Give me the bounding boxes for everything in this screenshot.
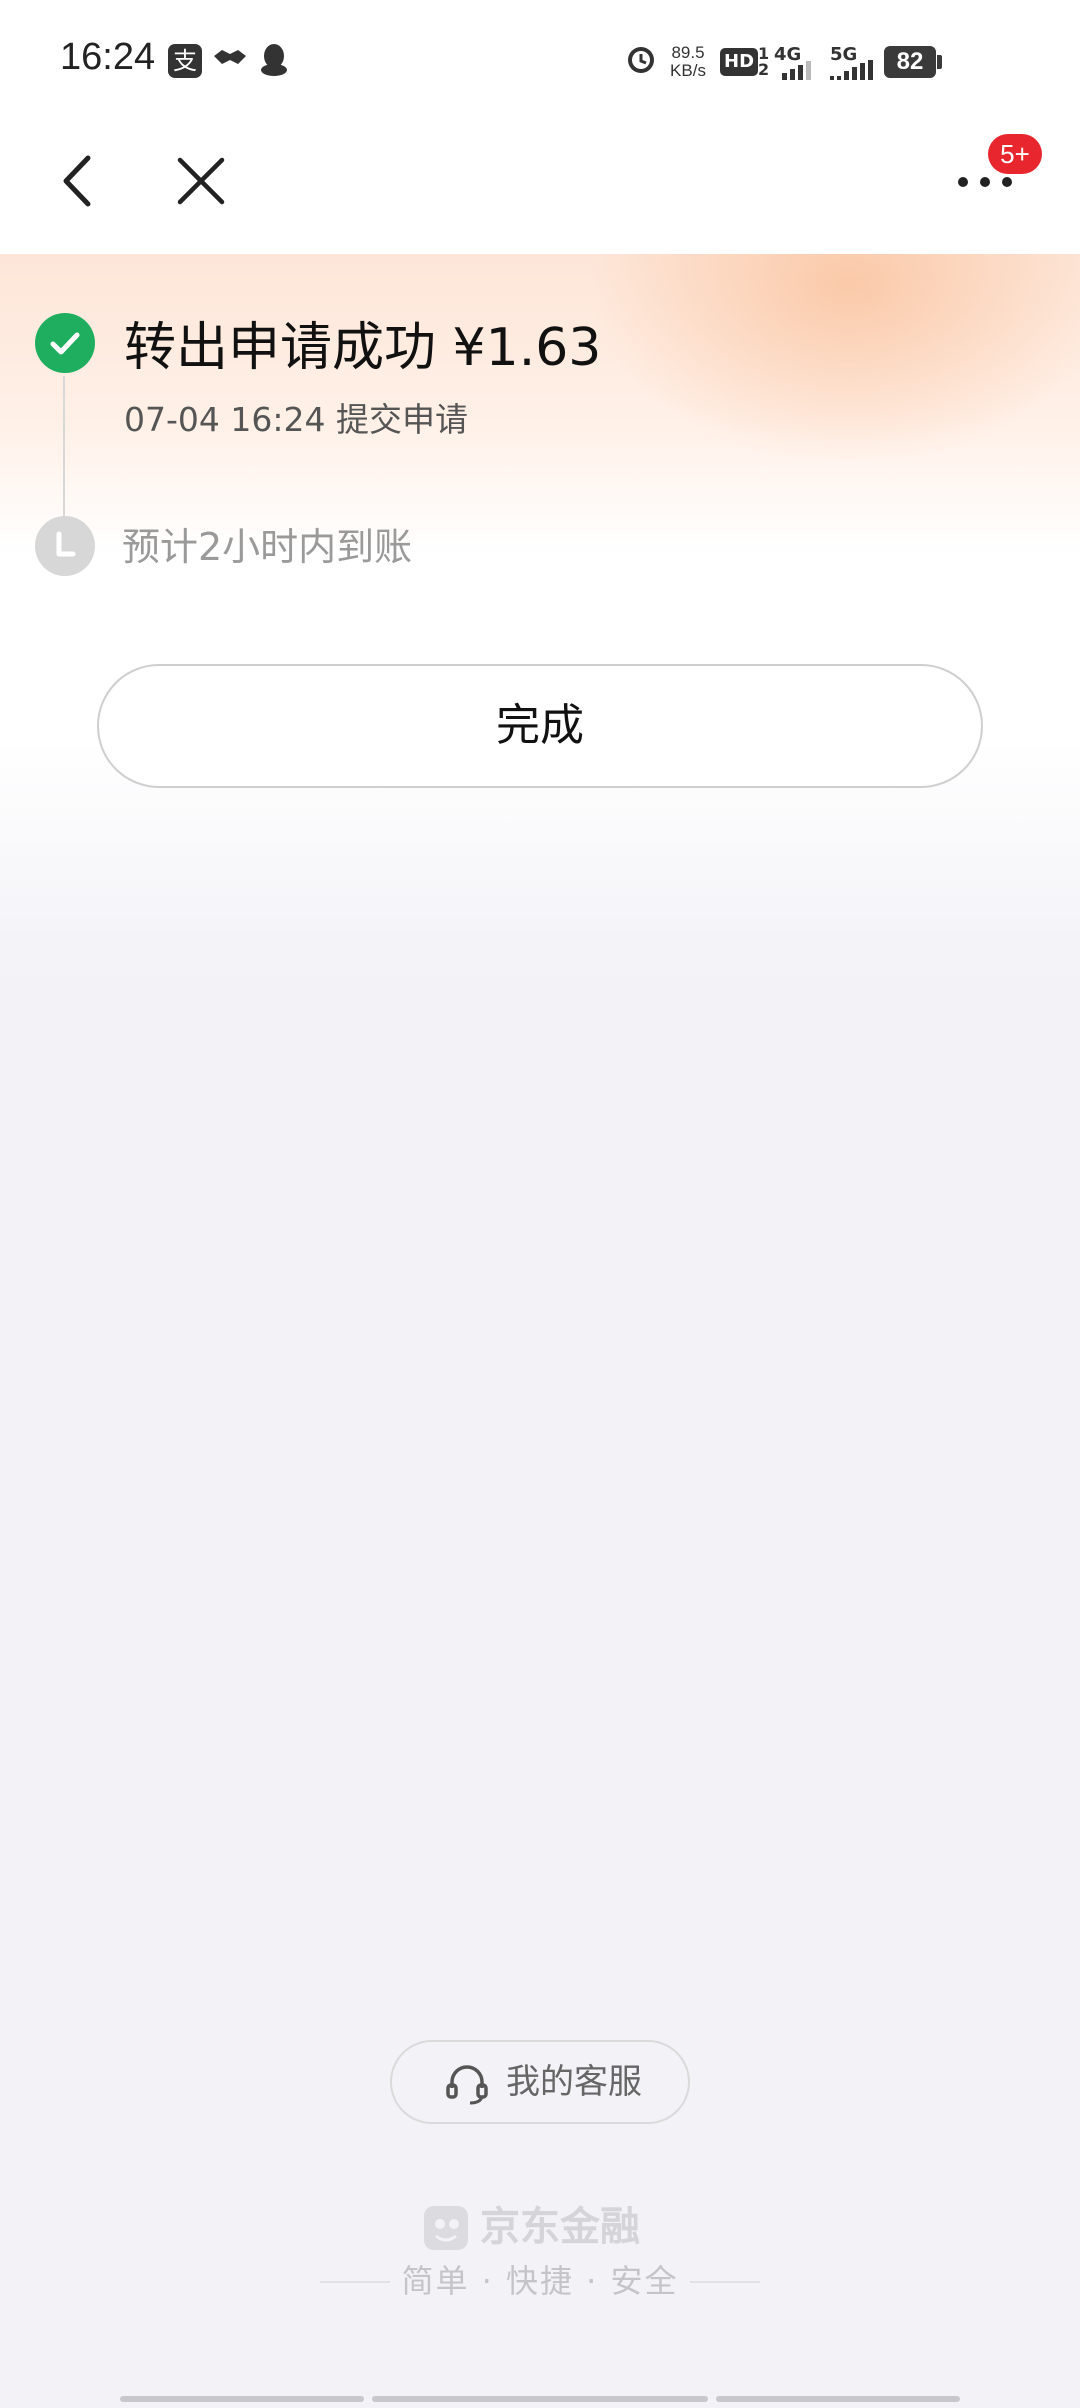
back-button[interactable] — [50, 146, 110, 216]
sim-slot-icon: 12 — [758, 44, 770, 79]
brand-name: 京东金融 — [480, 2204, 640, 2250]
alarm-icon — [624, 42, 658, 84]
transfer-success-title: 转出申请成功 ¥1.63 — [124, 318, 602, 378]
jd-finance-logo-icon — [424, 2206, 468, 2250]
brand-slogan: 简单 · 快捷 · 安全 — [401, 2262, 679, 2300]
close-button[interactable] — [166, 146, 236, 216]
headset-icon — [446, 2065, 488, 2105]
status-time: 16:24 — [60, 36, 156, 78]
notification-badge: 5+ — [988, 134, 1042, 174]
check-icon — [50, 332, 80, 355]
hd-badge: HD — [720, 48, 759, 76]
battery-tip — [937, 55, 942, 69]
net-speed-value: 89.5 — [671, 43, 705, 62]
chevron-left-icon — [63, 155, 91, 207]
qq-penguin-icon — [258, 42, 290, 86]
step-success-icon — [35, 313, 95, 373]
battery-indicator: 82 — [884, 46, 936, 78]
timeline-connector — [63, 376, 65, 524]
nav-bar — [0, 126, 1080, 254]
clock-icon — [56, 531, 76, 557]
customer-service-button[interactable]: 我的客服 — [390, 2040, 690, 2124]
alipay-icon: 支 — [168, 44, 202, 78]
home-indicator-center — [372, 2396, 708, 2402]
step-pending-icon — [35, 516, 95, 576]
submit-time: 07-04 16:24 提交申请 — [124, 400, 468, 439]
net-speed-unit: KB/s — [670, 61, 706, 80]
done-button[interactable]: 完成 — [97, 664, 983, 788]
brand-logo: 京东金融 — [420, 2198, 680, 2258]
status-bar: 16:24 支 89.5 KB/s HD 12 4G 5G 82 — [0, 0, 1080, 126]
home-indicator-right — [716, 2396, 960, 2402]
signal-4g-icon — [780, 60, 820, 84]
signal-5g-icon — [830, 60, 878, 84]
home-indicator-left — [120, 2396, 364, 2402]
handshake-icon — [212, 42, 248, 80]
customer-service-label: 我的客服 — [506, 2062, 642, 2102]
close-icon — [177, 157, 225, 205]
arrival-estimate: 预计2小时内到账 — [122, 525, 413, 569]
net-speed: 89.5 KB/s — [666, 44, 710, 80]
